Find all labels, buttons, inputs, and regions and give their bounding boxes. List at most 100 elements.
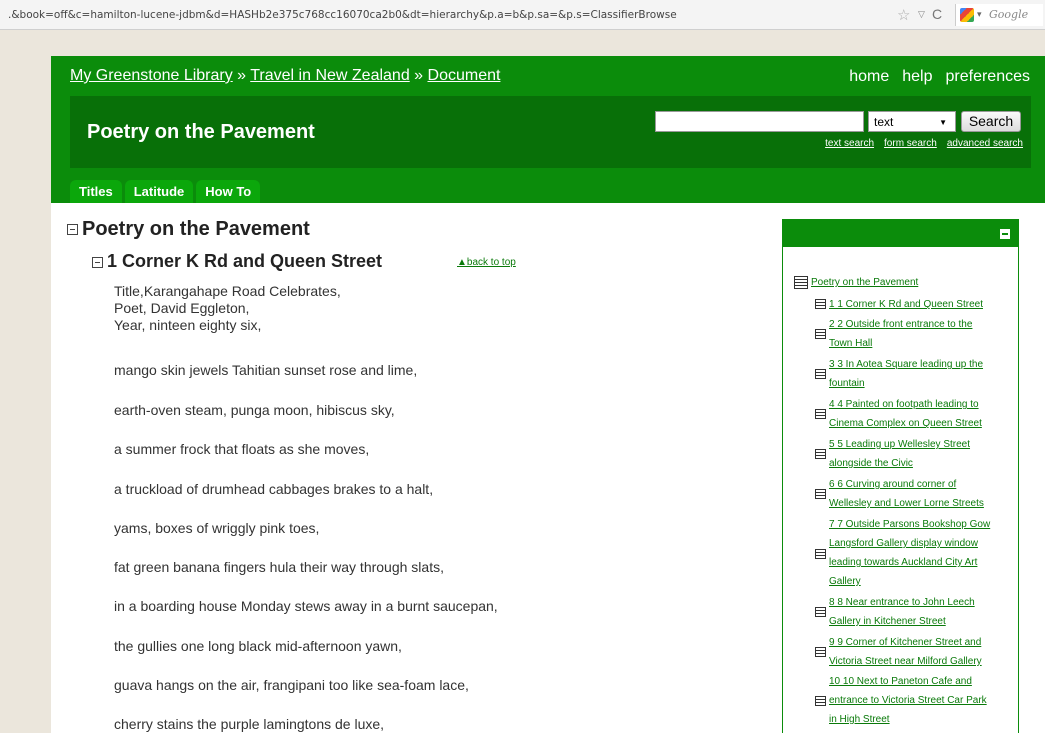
poem-line: in a boarding house Monday stews away in…	[114, 598, 498, 614]
toc-item-text: Gallery	[829, 576, 861, 587]
toc-item-text: leading towards Auckland City Art	[829, 557, 978, 568]
search-button[interactable]: Search	[961, 111, 1021, 132]
breadcrumb-home-link[interactable]: My Greenstone Library	[70, 67, 233, 84]
poem-line: fat green banana fingers hula their way …	[114, 559, 444, 575]
reload-icon[interactable]: C	[932, 6, 942, 22]
toc-item-text: Town Hall	[829, 338, 873, 349]
tab-titles[interactable]: Titles	[70, 180, 122, 203]
collapse-toggle-icon[interactable]	[92, 256, 103, 268]
meta-poet: Poet, David Eggleton,	[114, 300, 250, 316]
document-icon	[815, 489, 826, 499]
toc-item[interactable]: 9 9 Corner of Kitchener Street and Victo…	[815, 633, 1011, 671]
toc-item-text: Victoria Street near Milford Gallery	[829, 656, 982, 667]
toc-item[interactable]: 7 7 Outside Parsons Bookshop Gow Langsfo…	[815, 515, 1011, 591]
document-icon	[815, 647, 826, 657]
google-logo-icon[interactable]	[960, 8, 974, 22]
document-icon	[815, 299, 826, 309]
text-search-link[interactable]: text search	[825, 138, 874, 149]
page: My Greenstone Library » Travel in New Ze…	[51, 56, 1045, 733]
nav-help-link[interactable]: help	[902, 68, 932, 85]
poem-line: the gullies one long black mid-afternoon…	[114, 638, 402, 654]
poem-line: earth-oven steam, punga moon, hibiscus s…	[114, 402, 395, 418]
toc-item-text: 5 5 Leading up Wellesley Street	[829, 439, 971, 450]
document-title: Poetry on the Pavement	[82, 218, 310, 240]
toc-item-text: Gallery in Kitchener Street	[829, 616, 946, 627]
document-icon	[815, 607, 826, 617]
document-icon	[815, 696, 826, 706]
poem-line: cherry stains the purple lamingtons de l…	[114, 716, 385, 732]
nav-preferences-link[interactable]: preferences	[946, 68, 1031, 85]
back-to-top-link[interactable]: ▲back to top	[457, 257, 516, 268]
toc-item[interactable]: 8 8 Near entrance to John Leech Gallery …	[815, 593, 1011, 631]
toc-collapse-icon[interactable]	[1000, 229, 1010, 239]
toc-item-text: 10 10 Next to Paneton Cafe and	[829, 676, 972, 687]
browse-tabs: Titles Latitude How To	[70, 180, 263, 203]
history-dropdown-icon[interactable]: ▽	[918, 9, 925, 20]
document-icon	[815, 549, 826, 559]
tab-latitude[interactable]: Latitude	[124, 180, 194, 203]
toc-root-link[interactable]: Poetry on the Pavement	[794, 276, 918, 289]
poem-line: a truckload of drumhead cabbages brakes …	[114, 481, 434, 497]
form-search-link[interactable]: form search	[884, 138, 937, 149]
toc-item[interactable]: 5 5 Leading up Wellesley Street alongsid…	[815, 435, 1011, 473]
breadcrumb-separator: »	[409, 67, 428, 84]
nav-home-link[interactable]: home	[849, 68, 889, 85]
document-icon	[815, 369, 826, 379]
toc-item[interactable]: 1 1 Corner K Rd and Queen Street	[815, 295, 1011, 314]
toc-item-text: Wellesley and Lower Lorne Streets	[829, 498, 984, 509]
top-nav: home help preferences	[836, 68, 1030, 86]
toc-item-text: alongside the Civic	[829, 458, 913, 469]
url-text[interactable]: .&book=off&c=hamilton-lucene-jdbm&d=HASH…	[8, 9, 677, 21]
collapse-toggle-icon[interactable]	[67, 224, 78, 236]
toc-item-text: 1 1 Corner K Rd and Queen Street	[829, 299, 983, 310]
toc-item-text: 2 2 Outside front entrance to the	[829, 319, 973, 330]
header: My Greenstone Library » Travel in New Ze…	[51, 56, 1045, 203]
toc-item-text: 3 3 In Aotea Square leading up the	[829, 359, 984, 370]
browser-url-bar[interactable]: .&book=off&c=hamilton-lucene-jdbm&d=HASH…	[0, 0, 1045, 30]
poem-line: a summer frock that floats as she moves,	[114, 441, 370, 457]
book-icon	[794, 276, 808, 289]
search-type-value: text	[874, 115, 894, 129]
breadcrumb-document-link[interactable]: Document	[428, 67, 501, 84]
toc-item[interactable]: 2 2 Outside front entrance to the Town H…	[815, 315, 1011, 353]
bookmark-star-icon[interactable]: ☆	[897, 6, 910, 24]
table-of-contents-panel: Poetry on the Pavement 1 1 Corner K Rd a…	[782, 219, 1019, 733]
toc-item[interactable]: 6 6 Curving around corner of Wellesley a…	[815, 475, 1011, 513]
poem-line: mango skin jewels Tahitian sunset rose a…	[114, 362, 418, 378]
meta-title: Title,Karangahape Road Celebrates,	[114, 283, 341, 299]
toc-item-text: 4 4 Painted on footpath leading to	[829, 399, 979, 410]
toc-item-text: 9 9 Corner of Kitchener Street and	[829, 637, 982, 648]
title-bar: Poetry on the Pavement text ▼ Search tex…	[70, 96, 1031, 168]
search-input[interactable]	[655, 111, 864, 132]
section-heading: 1 Corner K Rd and Queen Street	[92, 251, 382, 272]
breadcrumb: My Greenstone Library » Travel in New Ze…	[70, 67, 500, 85]
search-type-select[interactable]: text ▼	[868, 111, 956, 132]
browser-search-box[interactable]: ▾ Google	[955, 4, 1043, 26]
document-icon	[815, 409, 826, 419]
meta-year: Year, ninteen eighty six,	[114, 317, 262, 333]
search-engine-name: Google	[989, 8, 1029, 21]
breadcrumb-separator: »	[232, 67, 251, 84]
document-icon	[815, 449, 826, 459]
collection-title: Poetry on the Pavement	[87, 121, 315, 143]
toc-item-text: 8 8 Near entrance to John Leech	[829, 597, 975, 608]
advanced-search-link[interactable]: advanced search	[947, 138, 1023, 149]
toc-root-label: Poetry on the Pavement	[811, 277, 919, 289]
document-icon	[815, 329, 826, 339]
toc-item[interactable]: 4 4 Painted on footpath leading to Cinem…	[815, 395, 1011, 433]
toc-item[interactable]: 3 3 In Aotea Square leading up the fount…	[815, 355, 1011, 393]
poem-line: yams, boxes of wriggly pink toes,	[114, 520, 320, 536]
tab-how-to[interactable]: How To	[196, 180, 261, 203]
breadcrumb-collection-link[interactable]: Travel in New Zealand	[250, 67, 409, 84]
toc-item[interactable]: 10 10 Next to Paneton Cafe and entrance …	[815, 672, 1011, 729]
toc-item-text: 7 7 Outside Parsons Bookshop Gow	[829, 519, 991, 530]
toc-item-text: entrance to Victoria Street Car Park	[829, 695, 987, 706]
engine-dropdown-icon[interactable]: ▾	[977, 9, 982, 20]
section-title: 1 Corner K Rd and Queen Street	[107, 251, 383, 271]
toc-item-text: Cinema Complex on Queen Street	[829, 418, 982, 429]
toc-header	[783, 220, 1018, 247]
search-links: text search form search advanced search	[815, 138, 1023, 149]
toc-item-text: 6 6 Curving around corner of	[829, 479, 957, 490]
chevron-down-icon: ▼	[939, 118, 947, 127]
poem-line: guava hangs on the air, frangipani too l…	[114, 677, 469, 693]
